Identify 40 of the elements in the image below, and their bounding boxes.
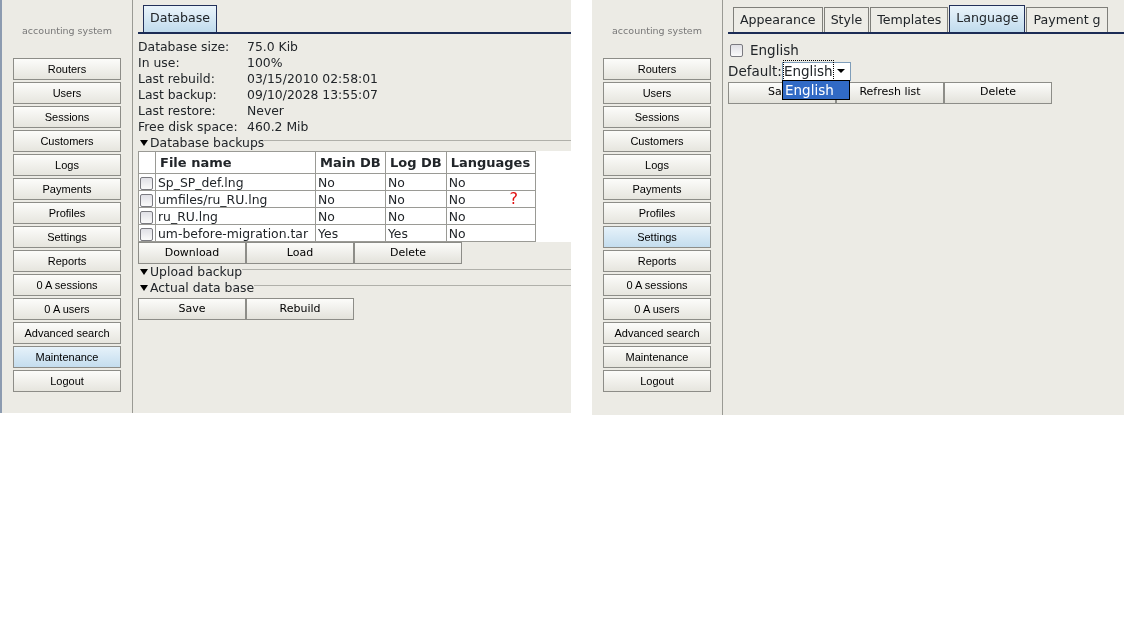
column-header: Languages xyxy=(446,151,536,174)
stat-label: Database size: xyxy=(138,39,231,55)
column-header: File name xyxy=(155,151,316,174)
table-cell: umfiles/ru_RU.lng xyxy=(158,191,268,207)
stat-value: 460.2 Mib xyxy=(247,119,310,135)
section-title: Actual data base xyxy=(150,280,255,296)
table-cell: Yes xyxy=(387,225,408,241)
table-cell: No xyxy=(387,174,405,190)
table-cell: No xyxy=(387,191,405,207)
stat-value: Never xyxy=(247,103,285,119)
table-cell: No xyxy=(387,208,405,224)
table-cell: No xyxy=(318,208,335,224)
brand-text: accounting system xyxy=(22,24,112,38)
table-cell: No xyxy=(448,225,466,241)
stat-label: In use: xyxy=(138,55,181,71)
field-label: Default: xyxy=(728,62,782,82)
stat-value: 03/15/2010 02:58:01 xyxy=(247,71,379,87)
section-title: Upload backup xyxy=(150,264,243,280)
table-cell: Yes xyxy=(318,225,339,241)
stat-label: Free disk space: xyxy=(138,119,239,135)
table-cell: Sp_SP_def.lng xyxy=(158,174,244,190)
table-cell: No xyxy=(448,174,466,190)
table-cell: No xyxy=(318,191,335,207)
stat-label: Last restore: xyxy=(138,103,217,119)
stat-value: 09/10/2028 13:55:07 xyxy=(247,87,379,103)
stat-label: Last rebuild: xyxy=(138,71,216,87)
stat-label: Last backup: xyxy=(138,87,218,103)
stat-value: 75.0 Kib xyxy=(247,39,299,55)
question-mark: ? xyxy=(509,188,518,208)
column-header: Main DB xyxy=(315,151,386,174)
table-cell: No xyxy=(448,208,466,224)
table-cell: No xyxy=(448,191,466,207)
stat-value: 100% xyxy=(247,55,284,71)
checkbox-label: English xyxy=(750,41,799,60)
table-cell: um-before-migration.tar xyxy=(158,225,309,241)
section-title: Database backups xyxy=(150,135,265,151)
brand-text: accounting system xyxy=(612,24,702,38)
column-header: Log DB xyxy=(385,151,447,174)
table-cell: ru_RU.lng xyxy=(158,208,218,224)
table-cell: No xyxy=(318,174,335,190)
